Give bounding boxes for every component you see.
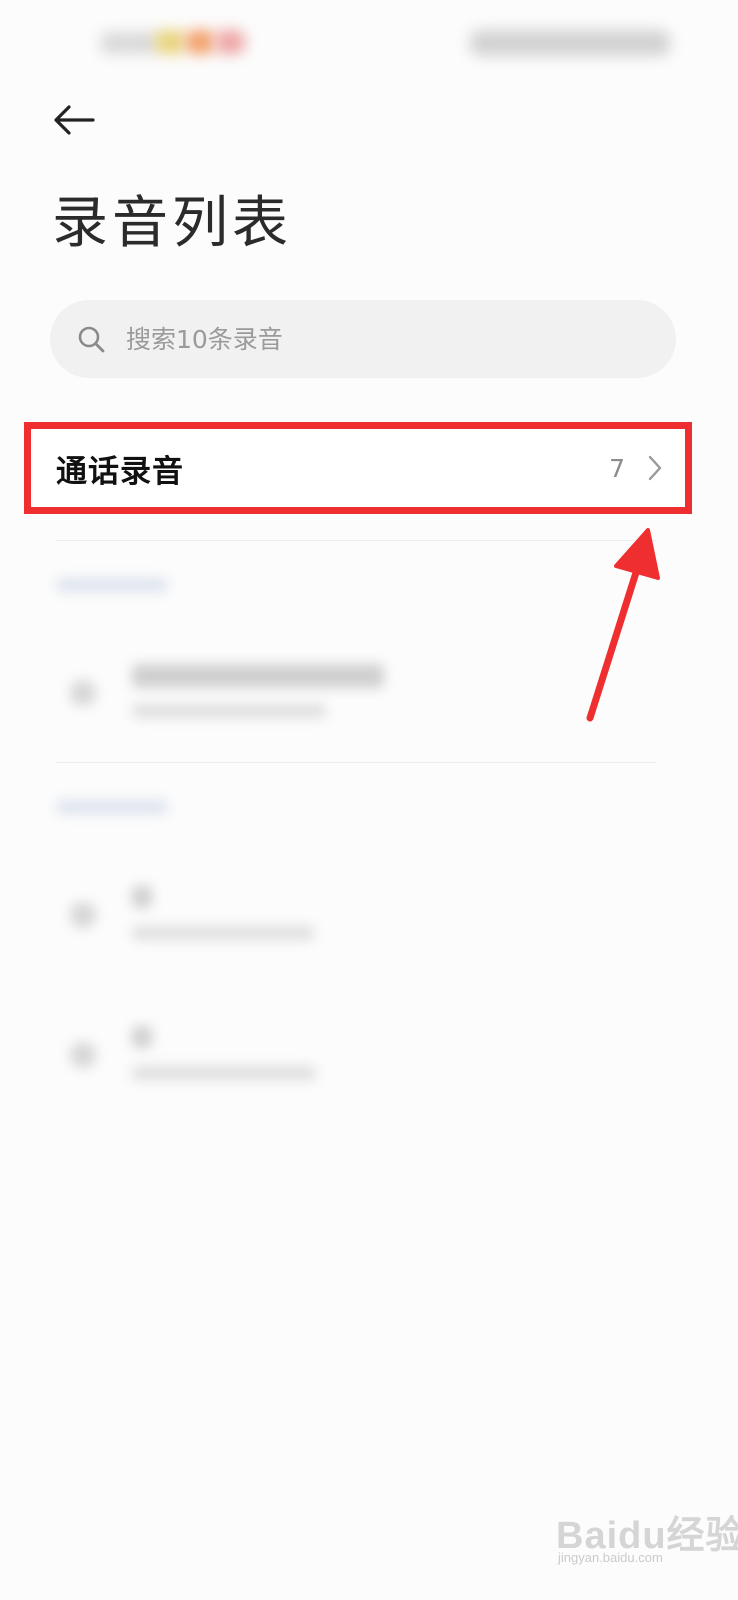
call-recordings-item[interactable]: 通话录音 7 [31, 429, 685, 507]
status-left-blurred [215, 30, 245, 54]
blurred-item-meta [132, 1066, 316, 1080]
blurred-item-meta [132, 926, 314, 940]
watermark-url: jingyan.baidu.com [558, 1550, 663, 1565]
status-right-blurred [470, 30, 670, 56]
play-icon [70, 1042, 96, 1068]
status-left-blurred [155, 30, 185, 54]
annotation-arrow [586, 528, 660, 722]
status-bar [0, 0, 738, 90]
blurred-item-title [132, 886, 152, 908]
page-title: 录音列表 [52, 191, 292, 256]
blurred-date-header [56, 800, 168, 814]
baidu-watermark: Baidu经验 jingyan.baidu.com [556, 1490, 738, 1570]
blurred-item-meta [132, 704, 326, 718]
play-icon [70, 902, 96, 928]
call-recordings-label: 通话录音 [56, 453, 184, 490]
search-bar[interactable] [50, 300, 676, 378]
chevron-right-icon [647, 453, 669, 483]
play-icon [70, 680, 96, 706]
blurred-item-title [132, 664, 384, 688]
search-icon [76, 324, 106, 354]
call-recordings-count: 7 [609, 453, 625, 483]
blurred-date-header [56, 578, 168, 592]
search-input[interactable] [124, 323, 628, 355]
status-left-blurred [185, 30, 215, 54]
blurred-item-title [132, 1026, 152, 1048]
divider [56, 762, 656, 763]
status-left-blurred [100, 32, 160, 54]
back-button[interactable] [44, 96, 104, 148]
arrow-left-icon [53, 104, 95, 140]
